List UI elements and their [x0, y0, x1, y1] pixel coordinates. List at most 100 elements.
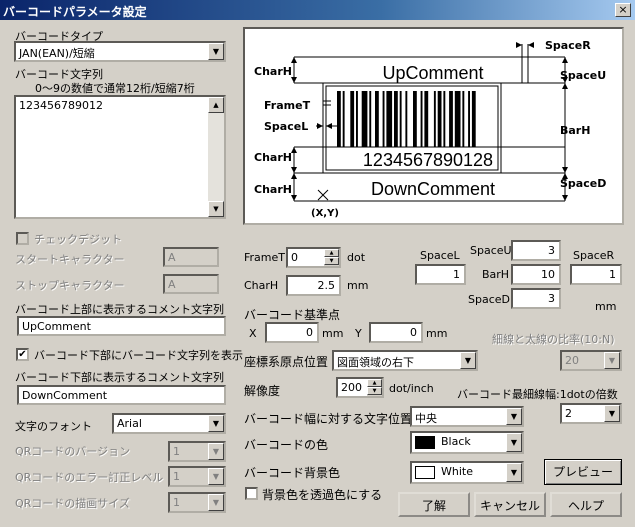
- spaceu-label: SpaceU: [470, 244, 512, 257]
- chevron-down-icon[interactable]: ▼: [506, 408, 522, 425]
- barcode-bar: [454, 91, 461, 147]
- barcode-string-textarea[interactable]: 123456789012 ▲ ▼: [14, 95, 226, 219]
- qr-version-label: QRコードのバージョン: [15, 445, 131, 458]
- ratio-value: 20: [565, 354, 579, 367]
- text-pos-select[interactable]: 中央 ▼: [410, 406, 524, 427]
- bar-color-select[interactable]: Black ▼: [410, 431, 524, 454]
- barcode-type-select[interactable]: JAN(EAN)/短縮 ▼: [14, 41, 226, 62]
- chevron-down-icon[interactable]: ▼: [208, 494, 224, 511]
- show-lower-label: バーコード下部にバーコード文字列を表示: [34, 349, 243, 362]
- barh-input[interactable]: 10: [511, 264, 561, 285]
- close-button[interactable]: ×: [615, 3, 631, 17]
- lower-comment-input[interactable]: DownComment: [17, 385, 226, 405]
- diagram-label-charh: CharH: [254, 183, 292, 196]
- diagram-down-comment: DownComment: [370, 179, 496, 199]
- charh-input[interactable]: 2.5: [286, 275, 341, 296]
- framet-label: FrameT: [244, 251, 285, 264]
- spacel-input[interactable]: 1: [415, 264, 466, 285]
- lower-comment-label: バーコード下部に表示するコメント文字列: [15, 371, 224, 384]
- chevron-down-icon[interactable]: ▼: [460, 352, 476, 369]
- scroll-up-icon[interactable]: ▲: [208, 97, 224, 113]
- min-width-select[interactable]: 2 ▼: [560, 403, 622, 424]
- check-digit-checkbox[interactable]: [16, 232, 29, 245]
- bg-color-value: White: [441, 465, 473, 478]
- scroll-down-icon[interactable]: ▼: [208, 201, 224, 217]
- y-input[interactable]: 0: [369, 322, 423, 343]
- chevron-down-icon[interactable]: ▼: [506, 463, 522, 482]
- barcode-bar: [350, 91, 355, 147]
- resolution-spinner[interactable]: 200 ▲ ▼: [336, 377, 384, 398]
- barcode-bar: [413, 91, 417, 147]
- transparent-checkbox[interactable]: [245, 487, 258, 500]
- diagram-label-spaced: SpaceD: [560, 177, 607, 190]
- diagram-label-spacel: SpaceL: [264, 120, 309, 133]
- barcode-bar: [361, 91, 368, 147]
- upper-comment-input[interactable]: UpComment: [17, 316, 226, 336]
- resolution-value: 200: [341, 381, 362, 394]
- text-pos-label: バーコード幅に対する文字位置: [244, 412, 413, 426]
- barcode-bar: [433, 91, 436, 147]
- text-pos-value: 中央: [415, 412, 437, 425]
- ok-button[interactable]: 了解: [398, 492, 470, 517]
- check-digit-label: チェックデジット: [34, 233, 122, 246]
- preview-button[interactable]: プレビュー: [544, 459, 622, 485]
- diagram-label-barh: BarH: [560, 124, 591, 137]
- start-char-input[interactable]: A: [163, 247, 219, 267]
- space-unit: mm: [595, 300, 617, 313]
- x-unit: mm: [322, 327, 344, 340]
- spinner-arrows-icon[interactable]: ▲ ▼: [367, 379, 382, 396]
- base-point-label: バーコード基準点: [244, 308, 341, 322]
- font-select[interactable]: Arial ▼: [112, 413, 226, 434]
- chevron-down-icon[interactable]: ▼: [208, 415, 224, 432]
- bar-color-value: Black: [441, 435, 471, 448]
- chevron-down-icon[interactable]: ▼: [604, 352, 620, 369]
- barcode-bar: [471, 91, 476, 147]
- barcode-bar: [443, 91, 446, 147]
- cancel-button[interactable]: キャンセル: [474, 492, 546, 517]
- qr-size-select[interactable]: 1 ▼: [168, 492, 226, 513]
- bg-color-select[interactable]: White ▼: [410, 461, 524, 484]
- qr-error-select[interactable]: 1 ▼: [168, 466, 226, 487]
- bar-color-swatch: [415, 435, 435, 449]
- barcode-bars: [337, 91, 476, 147]
- qr-version-select[interactable]: 1 ▼: [168, 441, 226, 462]
- stop-char-label: ストップキャラクター: [15, 279, 125, 292]
- charh-label: CharH: [244, 279, 279, 292]
- show-lower-checkbox[interactable]: ✔: [16, 348, 29, 361]
- chevron-down-icon[interactable]: ▼: [208, 43, 224, 60]
- bar-color-label: バーコードの色: [244, 438, 329, 452]
- help-button[interactable]: ヘルプ: [550, 492, 622, 517]
- chevron-down-icon[interactable]: ▼: [604, 405, 620, 422]
- upper-comment-label: バーコード上部に表示するコメント文字列: [15, 303, 224, 316]
- spacel-label: SpaceL: [420, 249, 460, 262]
- spaceu-input[interactable]: 3: [511, 240, 561, 261]
- spaced-input[interactable]: 3: [511, 288, 561, 309]
- origin-select[interactable]: 図面領域の右下 ▼: [332, 350, 478, 371]
- chevron-down-icon[interactable]: ▼: [506, 433, 522, 452]
- stop-char-input[interactable]: A: [163, 274, 219, 294]
- barcode-string-value: 123456789012: [19, 99, 103, 112]
- y-unit: mm: [426, 327, 448, 340]
- textarea-scrollbar[interactable]: ▲ ▼: [208, 97, 224, 217]
- title-bar: バーコードパラメータ設定: [0, 0, 635, 20]
- chevron-down-icon[interactable]: ▼: [208, 443, 224, 460]
- spaced-label: SpaceD: [468, 293, 510, 306]
- spinner-arrows-icon[interactable]: ▲ ▼: [324, 249, 339, 266]
- qr-size-label: QRコードの描画サイズ: [15, 497, 130, 510]
- barh-label: BarH: [482, 268, 510, 281]
- barcode-bar: [424, 91, 429, 147]
- x-input[interactable]: 0: [265, 322, 319, 343]
- diagram-label-origin: (X,Y): [311, 208, 339, 219]
- x-label: X: [249, 327, 257, 340]
- barcode-bar: [449, 91, 453, 147]
- bg-color-label: バーコード背景色: [244, 466, 341, 480]
- framet-spinner[interactable]: 0 ▲ ▼: [286, 247, 341, 268]
- diagram-label-charh: CharH: [254, 65, 292, 78]
- ratio-select[interactable]: 20 ▼: [560, 350, 622, 371]
- font-value: Arial: [117, 417, 142, 430]
- barcode-bar: [462, 91, 465, 147]
- chevron-down-icon[interactable]: ▼: [208, 468, 224, 485]
- spacer-input[interactable]: 1: [570, 264, 622, 285]
- barcode-bar: [405, 91, 408, 147]
- diagram-digits: 1234567890128: [362, 150, 494, 170]
